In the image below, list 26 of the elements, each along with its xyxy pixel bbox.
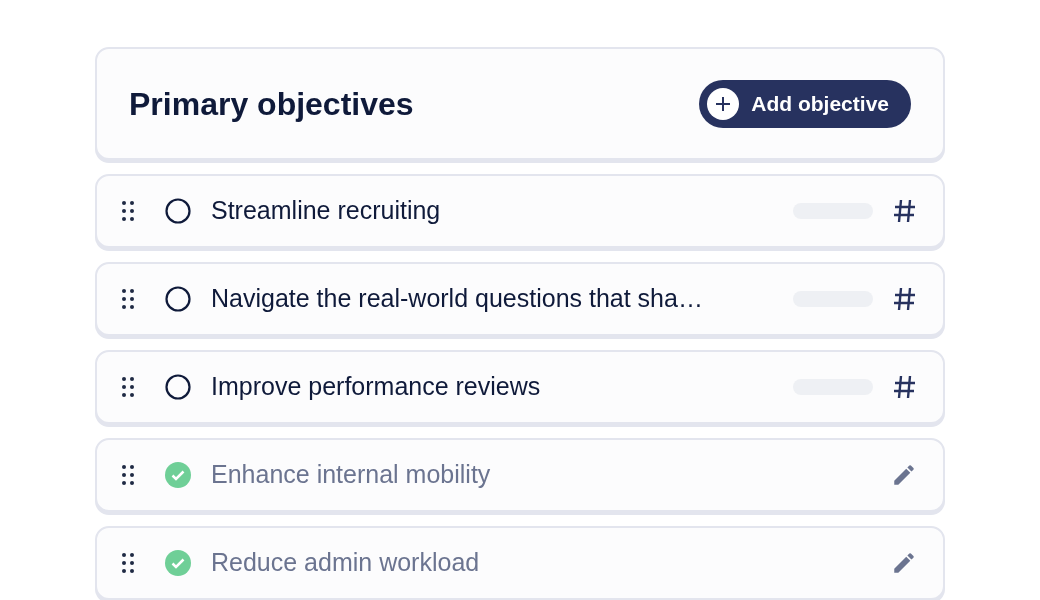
pencil-icon[interactable] — [891, 462, 917, 488]
add-objective-button[interactable]: Add objective — [699, 79, 911, 128]
hash-icon[interactable] — [893, 198, 917, 224]
pencil-icon[interactable] — [891, 550, 917, 576]
objective-title: Improve performance reviews — [211, 371, 542, 403]
drag-handle-icon[interactable] — [121, 464, 135, 486]
objective-title: Enhance internal mobility — [211, 459, 492, 491]
objective-title: Streamline recruiting — [211, 195, 442, 227]
circle-icon[interactable] — [165, 198, 191, 224]
drag-handle-icon[interactable] — [121, 200, 135, 222]
drag-handle-icon[interactable] — [121, 376, 135, 398]
circle-icon[interactable] — [165, 286, 191, 312]
hash-icon[interactable] — [893, 374, 917, 400]
objective-row[interactable]: Enhance internal mobility — [95, 438, 945, 512]
circle-icon[interactable] — [165, 374, 191, 400]
objective-title: Navigate the real-world questions that sha… — [211, 283, 704, 315]
section-title: Primary objectives — [129, 84, 414, 124]
drag-handle-icon[interactable] — [121, 552, 135, 574]
objective-row[interactable]: Navigate the real-world questions that sha… — [95, 262, 945, 336]
plus-icon — [707, 87, 740, 120]
objective-row[interactable]: Reduce admin workload — [95, 526, 945, 600]
drag-handle-icon[interactable] — [121, 288, 135, 310]
objective-title: Reduce admin workload — [211, 547, 481, 579]
hash-icon[interactable] — [893, 286, 917, 312]
objective-row[interactable]: Improve performance reviews — [95, 350, 945, 424]
objective-row[interactable]: Streamline recruiting — [95, 174, 945, 248]
